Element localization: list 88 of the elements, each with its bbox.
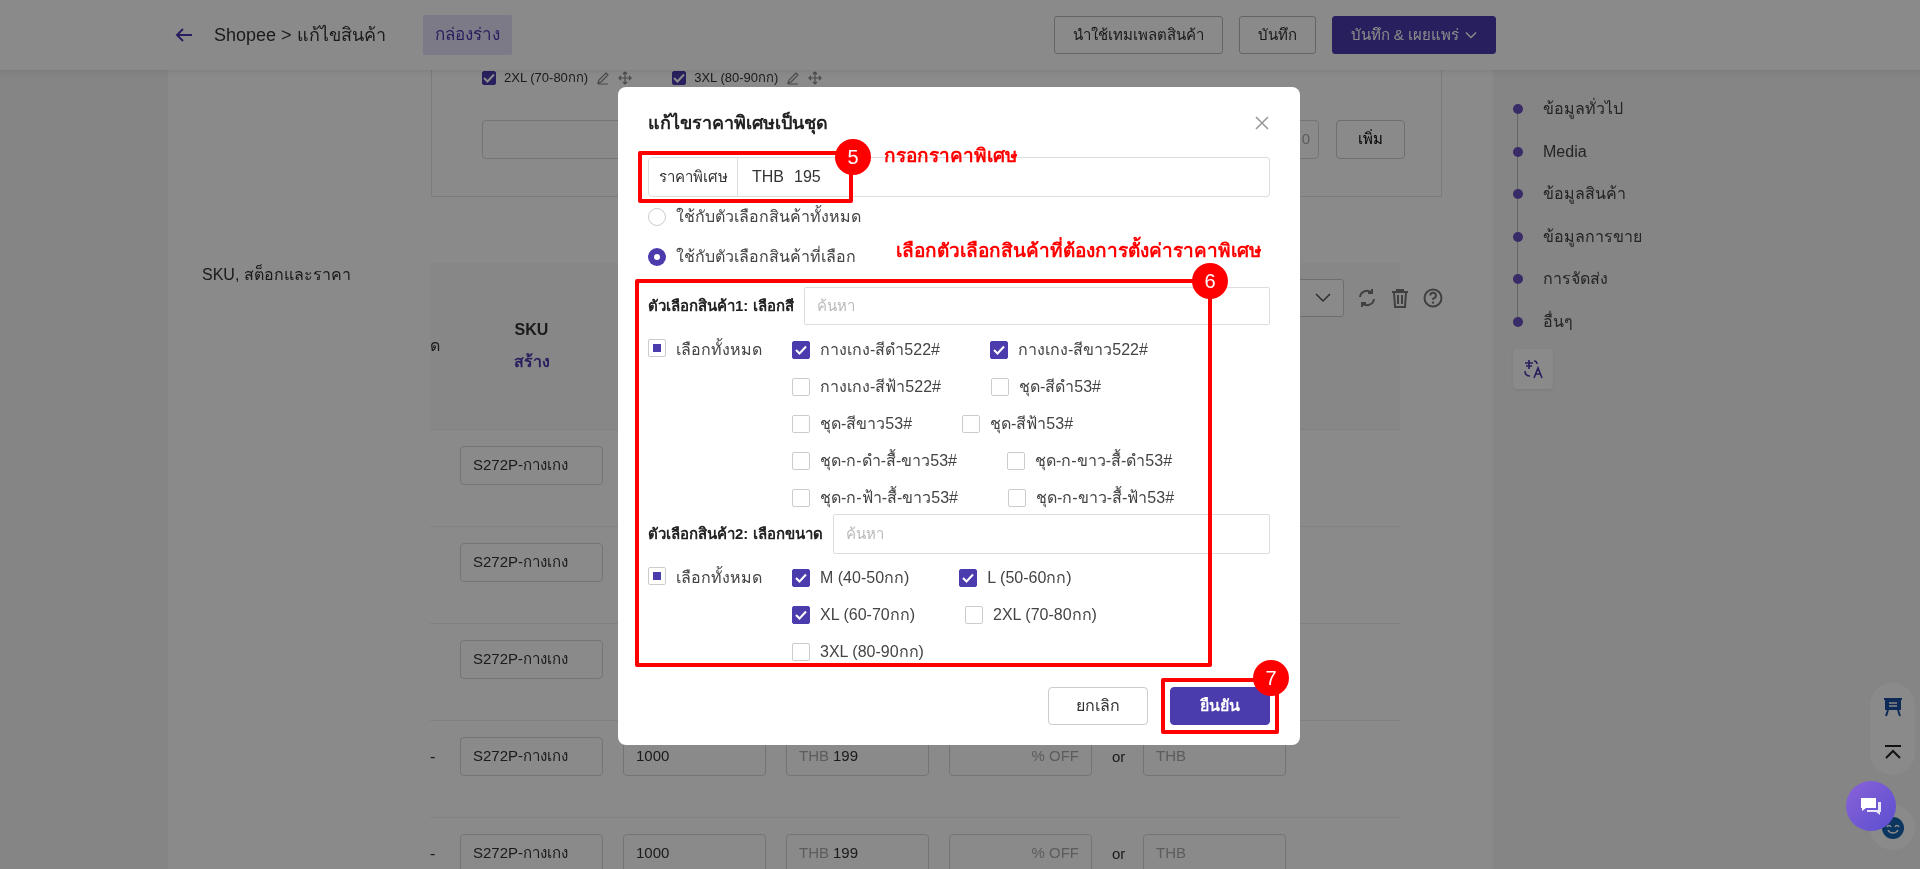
caret-icon <box>1465 31 1477 39</box>
checkbox-label: ชุด-สีดำ53# <box>1018 377 1101 399</box>
section-title: SKU, สต็อกและราคา <box>202 266 351 283</box>
nav-link[interactable]: ข้อมูลทั่วไป <box>1543 97 1623 122</box>
checkbox[interactable] <box>792 341 810 359</box>
checkbox-label: ชุด-สีฟ้า53# <box>990 414 1074 436</box>
separator-text: or <box>1112 844 1127 864</box>
chat-button[interactable] <box>1846 781 1896 831</box>
nav-link[interactable]: อื่นๆ <box>1543 309 1573 334</box>
stock-field[interactable]: 1000 <box>623 834 766 869</box>
separator-text: or <box>1112 747 1127 767</box>
nav-dot <box>1513 274 1523 285</box>
checkbox-label: ชุด-ก-ขาว-สื้-ดำ53# <box>1035 449 1173 473</box>
move-icon[interactable] <box>618 71 633 85</box>
nav-dot <box>1513 231 1523 242</box>
help-icon[interactable] <box>1423 288 1443 308</box>
translate-icon <box>1522 358 1544 380</box>
annotation-text: เลือกตัวเลือกสินค้าที่ต้องการตั้งค่าราคาพิเศษ <box>896 236 1262 265</box>
option-label: 3XL (80-90กก) <box>694 71 779 85</box>
nav-link[interactable]: ข้อมูลสินค้า <box>1543 182 1626 207</box>
column-header: ด <box>430 337 440 354</box>
header-button[interactable]: บันทึก <box>1238 16 1316 54</box>
field-label: ราคาพิเศษ <box>648 157 738 197</box>
checkbox-label: กางเกง-สีดำ522# <box>820 340 940 360</box>
step-badge: 6 <box>1192 263 1228 299</box>
checkbox[interactable] <box>989 341 1008 359</box>
create-link[interactable]: สร้าง <box>460 346 603 378</box>
chat-icon <box>1859 795 1883 817</box>
checkbox-label: เลือกทั้งหมด <box>676 339 762 361</box>
sku-field[interactable]: S272P-กางเกง <box>460 543 603 582</box>
radio-label: ใช้กับตัวเลือกสินค้าทั้งหมด <box>676 205 861 229</box>
edit-icon[interactable] <box>596 71 611 85</box>
move-icon[interactable] <box>808 71 823 85</box>
nav-link[interactable]: Media <box>1543 139 1587 164</box>
checkbox[interactable] <box>672 71 687 85</box>
close-button[interactable] <box>1254 115 1270 131</box>
edit-icon[interactable] <box>786 71 801 85</box>
billboard-icon[interactable] <box>1881 696 1904 718</box>
sku-field[interactable]: S272P-กางเกง <box>460 446 603 485</box>
breadcrumb: Shopee > แก้ไขสินค้า <box>214 23 386 47</box>
chevron-down-icon <box>1315 293 1331 303</box>
checkbox-label: กางเกง-สีฟ้า522# <box>820 377 941 397</box>
checkbox[interactable] <box>482 71 496 85</box>
checkbox-label: 2XL (70-80กก) <box>993 605 1097 625</box>
checkbox[interactable] <box>792 606 810 624</box>
checkbox-label: ชุด-ก-ดำ-สื้-ขาว53# <box>820 449 957 473</box>
nav-dot <box>1513 104 1523 115</box>
variation-label: ตัวเลือกสินค้า1: เลือกสี <box>648 295 795 316</box>
variation-label: ตัวเลือกสินค้า2: เลือกขนาด <box>648 523 824 544</box>
close-icon <box>1254 115 1270 131</box>
dialog-title: แก้ไขราคาพิเศษเป็นชุด <box>648 110 828 137</box>
header-button[interactable]: บันทึก & เผยแพร่ <box>1331 16 1496 54</box>
nav-dot <box>1513 316 1523 327</box>
sku-field[interactable]: S272P-กางเกง <box>460 640 603 679</box>
table-cell: - <box>430 748 436 765</box>
radio-label: ใช้กับตัวเลือกสินค้าที่เลือก <box>676 245 856 267</box>
nav-link[interactable]: การจัดส่ง <box>1543 267 1608 292</box>
checkbox-label: 3XL (80-90กก) <box>820 642 924 662</box>
column-header: SKU <box>513 320 550 340</box>
radio-button[interactable] <box>648 208 666 226</box>
refresh-icon[interactable] <box>1357 288 1377 308</box>
translate-button[interactable] <box>1513 349 1553 389</box>
add-button[interactable]: เพิ่ม <box>1336 120 1405 159</box>
nav-link[interactable]: ข้อมูลการขาย <box>1543 224 1642 249</box>
checkbox-label: L (50-60กก) <box>987 568 1072 588</box>
header-button[interactable]: นำใช้เทมเพลตสินค้า <box>1053 16 1223 54</box>
status-badge: กล่องร่าง <box>422 15 512 55</box>
checkbox-label: กางเกง-สีขาว522# <box>1017 340 1148 360</box>
cancel-button[interactable]: ยกเลิก <box>1048 687 1148 725</box>
checkbox-label: M (40-50กก) <box>820 568 910 588</box>
step-badge: 7 <box>1253 660 1289 696</box>
checkbox-label: ชุด-ก-ฟ้า-สื้-ขาว53# <box>820 486 958 510</box>
radio-button[interactable] <box>648 248 666 266</box>
checkbox[interactable] <box>792 569 810 587</box>
checkbox-label: ชุด-ก-ขาว-สื้-ฟ้า53# <box>1036 486 1175 510</box>
sku-field[interactable]: S272P-กางเกง <box>460 737 603 776</box>
nav-dot <box>1513 189 1523 200</box>
checkbox[interactable] <box>959 569 978 587</box>
sku-field[interactable]: S272P-กางเกง <box>460 834 603 869</box>
checkbox-label: เลือกทั้งหมด <box>676 567 762 589</box>
checkbox-label: ชุด-สีขาว53# <box>820 414 913 436</box>
option-label: 2XL (70-80กก) <box>504 71 589 85</box>
nav-dot <box>1513 146 1523 157</box>
checkbox-label: XL (60-70กก) <box>820 605 915 625</box>
step-badge: 5 <box>835 139 871 175</box>
table-cell: - <box>430 845 436 862</box>
confirm-button[interactable]: ยืนยัน <box>1170 687 1270 725</box>
trash-icon[interactable] <box>1390 288 1410 308</box>
